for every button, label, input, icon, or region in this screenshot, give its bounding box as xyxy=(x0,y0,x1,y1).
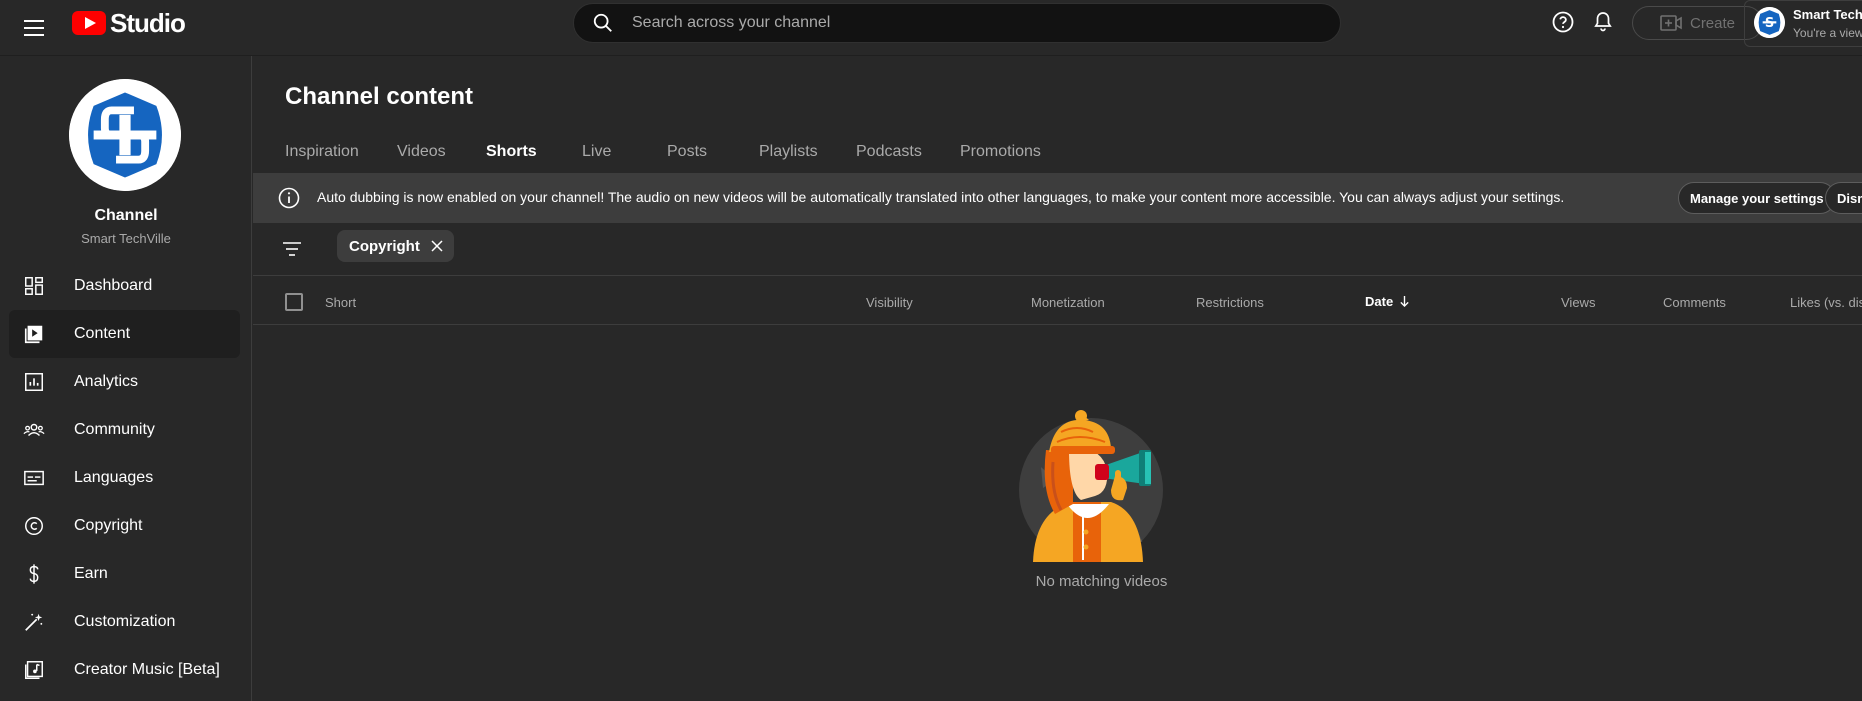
sidebar-nav: Dashboard Content Analytics Community La… xyxy=(9,262,240,694)
column-likes[interactable]: Likes (vs. dislikes) xyxy=(1790,295,1862,310)
sidebar-item-analytics[interactable]: Analytics xyxy=(9,358,240,406)
sidebar-item-label: Creator Music [Beta] xyxy=(74,661,220,678)
top-bar: Studio Create S Smart Tec xyxy=(0,0,1862,56)
sidebar-item-label: Copyright xyxy=(74,517,143,534)
sidebar-item-languages[interactable]: Languages xyxy=(9,454,240,502)
select-all-checkbox[interactable] xyxy=(285,293,303,311)
column-visibility[interactable]: Visibility xyxy=(866,295,913,310)
manage-settings-button[interactable]: Manage your settings xyxy=(1678,182,1836,214)
channel-logo-icon: S xyxy=(1754,7,1785,38)
filter-chip-label: Copyright xyxy=(349,237,420,255)
auto-dubbing-banner: Auto dubbing is now enabled on your chan… xyxy=(253,173,1862,223)
column-date[interactable]: Date xyxy=(1365,294,1410,309)
main-content: Channel content Inspiration Videos Short… xyxy=(253,56,1862,701)
channel-name: Smart TechVille xyxy=(81,231,171,246)
column-views[interactable]: Views xyxy=(1561,295,1595,310)
languages-icon xyxy=(22,466,46,490)
help-icon[interactable] xyxy=(1551,10,1575,34)
column-restrictions[interactable]: Restrictions xyxy=(1196,295,1264,310)
info-icon xyxy=(278,187,300,209)
column-short[interactable]: Short xyxy=(325,295,356,310)
create-video-icon xyxy=(1660,15,1682,31)
filter-icon[interactable] xyxy=(282,240,302,258)
sidebar-item-label: Languages xyxy=(74,469,154,486)
sidebar-item-label: Dashboard xyxy=(74,277,153,294)
analytics-icon xyxy=(22,370,46,394)
earn-icon xyxy=(22,562,46,586)
create-label: Create xyxy=(1689,14,1736,32)
column-date-label: Date xyxy=(1365,294,1394,309)
dashboard-icon xyxy=(22,274,46,298)
sidebar-item-earn[interactable]: Earn xyxy=(9,550,240,598)
menu-icon[interactable] xyxy=(22,14,48,42)
copyright-icon xyxy=(22,514,46,538)
search-icon xyxy=(593,13,612,32)
sidebar-item-dashboard[interactable]: Dashboard xyxy=(9,262,240,310)
youtube-logo-icon xyxy=(72,11,106,35)
account-name: Smart TechVille xyxy=(1793,7,1862,22)
sidebar-item-customization[interactable]: Customization xyxy=(9,598,240,646)
sidebar-item-label: Community xyxy=(74,421,155,438)
sidebar-item-label: Content xyxy=(74,325,131,342)
search-box[interactable] xyxy=(573,3,1341,43)
account-role: You're a viewer xyxy=(1793,26,1862,40)
sidebar-item-copyright[interactable]: Copyright xyxy=(9,502,240,550)
customization-icon xyxy=(22,610,46,634)
no-results-illustration xyxy=(1019,410,1163,562)
sidebar-item-label: Customization xyxy=(74,613,176,630)
column-comments[interactable]: Comments xyxy=(1663,295,1726,310)
music-icon xyxy=(22,658,46,682)
content-icon xyxy=(22,322,46,346)
notifications-icon[interactable] xyxy=(1591,10,1615,34)
sidebar: Channel Smart TechVille Dashboard Conten… xyxy=(0,56,252,701)
sort-down-arrow-icon xyxy=(1400,296,1409,308)
sidebar-item-label: Earn xyxy=(74,565,108,582)
page-title: Channel content xyxy=(285,83,474,110)
community-icon xyxy=(22,418,46,442)
column-monetization[interactable]: Monetization xyxy=(1031,295,1105,310)
logo-text: Studio xyxy=(110,7,186,38)
studio-logo[interactable]: Studio xyxy=(72,7,186,38)
filter-bar: Copyright xyxy=(253,223,1862,276)
table-header: Short Visibility Monetization Restrictio… xyxy=(253,276,1862,325)
channel-logo-icon xyxy=(69,79,181,191)
sidebar-item-content[interactable]: Content xyxy=(9,310,240,358)
account-avatar[interactable]: S xyxy=(1754,7,1785,38)
channel-avatar[interactable] xyxy=(69,79,181,191)
close-icon[interactable] xyxy=(430,239,444,253)
sidebar-item-creator-music[interactable]: Creator Music [Beta] xyxy=(9,646,240,694)
sidebar-item-community[interactable]: Community xyxy=(9,406,240,454)
empty-state-text: No matching videos xyxy=(1035,573,1168,590)
sidebar-item-label: Analytics xyxy=(74,373,139,390)
banner-text: Auto dubbing is now enabled on your chan… xyxy=(317,189,1565,205)
search-input[interactable] xyxy=(632,14,1272,32)
dismiss-button[interactable]: Dismiss xyxy=(1825,182,1862,214)
channel-label: Channel xyxy=(94,207,158,224)
filter-chip-copyright[interactable]: Copyright xyxy=(337,230,454,262)
